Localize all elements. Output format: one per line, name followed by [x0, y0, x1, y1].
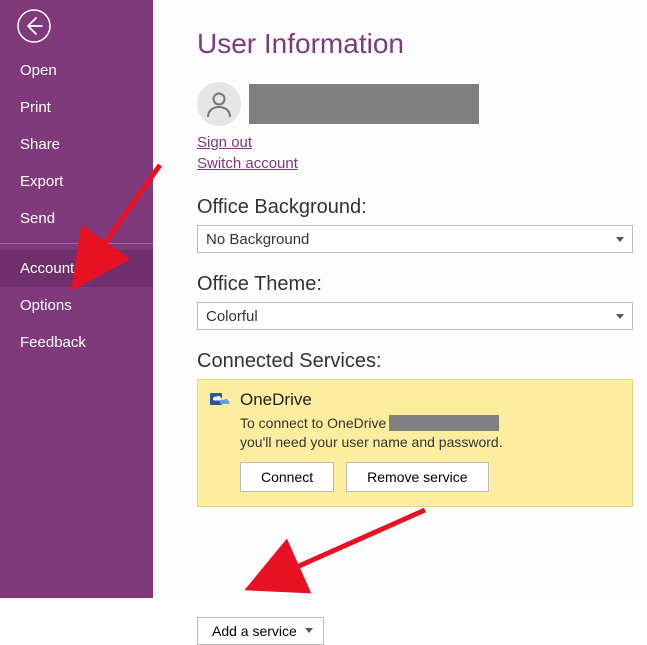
- service-description: To connect to OneDriveyou'll need your u…: [240, 414, 620, 452]
- user-info-row: [197, 82, 637, 126]
- chevron-down-icon: [305, 628, 313, 633]
- chevron-down-icon: [616, 314, 624, 319]
- add-service-label: Add a service: [212, 623, 297, 639]
- redacted-block: [389, 415, 499, 431]
- connected-services-heading: Connected Services:: [197, 350, 637, 373]
- sidebar-item-options[interactable]: Options: [0, 287, 153, 324]
- remove-service-button[interactable]: Remove service: [346, 462, 488, 492]
- account-panel: User Information Sign out Switch account…: [153, 0, 647, 598]
- office-theme-value: Colorful: [206, 308, 258, 325]
- sidebar-item-export[interactable]: Export: [0, 163, 153, 200]
- sidebar-item-label: Options: [20, 297, 72, 314]
- sidebar-item-label: Share: [20, 136, 60, 153]
- office-background-value: No Background: [206, 231, 309, 248]
- sidebar-item-account[interactable]: Account: [0, 250, 153, 287]
- sidebar-item-label: Send: [20, 210, 55, 227]
- service-name: OneDrive: [240, 390, 312, 410]
- office-theme-heading: Office Theme:: [197, 273, 637, 296]
- sidebar-item-send[interactable]: Send: [0, 200, 153, 237]
- sidebar-item-share[interactable]: Share: [0, 126, 153, 163]
- chevron-down-icon: [616, 237, 624, 242]
- avatar: [197, 82, 241, 126]
- sidebar-item-open[interactable]: Open: [0, 52, 153, 89]
- user-name-redacted: [249, 84, 479, 124]
- back-button[interactable]: [14, 6, 54, 46]
- office-background-heading: Office Background:: [197, 196, 637, 219]
- sidebar-item-label: Open: [20, 62, 57, 79]
- connect-button[interactable]: Connect: [240, 462, 334, 492]
- sidebar-item-label: Feedback: [20, 334, 86, 351]
- sidebar-item-feedback[interactable]: Feedback: [0, 324, 153, 361]
- sidebar-divider: [0, 243, 153, 244]
- onedrive-icon: [210, 390, 230, 410]
- sidebar-item-label: Export: [20, 173, 63, 190]
- backstage-sidebar: Open Print Share Export Send Account Opt…: [0, 0, 153, 598]
- switch-account-link[interactable]: Switch account: [197, 155, 298, 172]
- person-icon: [204, 89, 234, 119]
- sidebar-item-label: Print: [20, 99, 51, 116]
- office-background-select[interactable]: No Background: [197, 225, 633, 253]
- sign-out-link[interactable]: Sign out: [197, 134, 252, 151]
- connected-service-onedrive: OneDrive To connect to OneDriveyou'll ne…: [197, 379, 633, 507]
- add-service-button[interactable]: Add a service: [197, 617, 324, 645]
- back-arrow-icon: [16, 8, 52, 44]
- office-theme-select[interactable]: Colorful: [197, 302, 633, 330]
- sidebar-item-label: Account: [20, 260, 74, 277]
- sidebar-item-print[interactable]: Print: [0, 89, 153, 126]
- page-title: User Information: [197, 28, 637, 60]
